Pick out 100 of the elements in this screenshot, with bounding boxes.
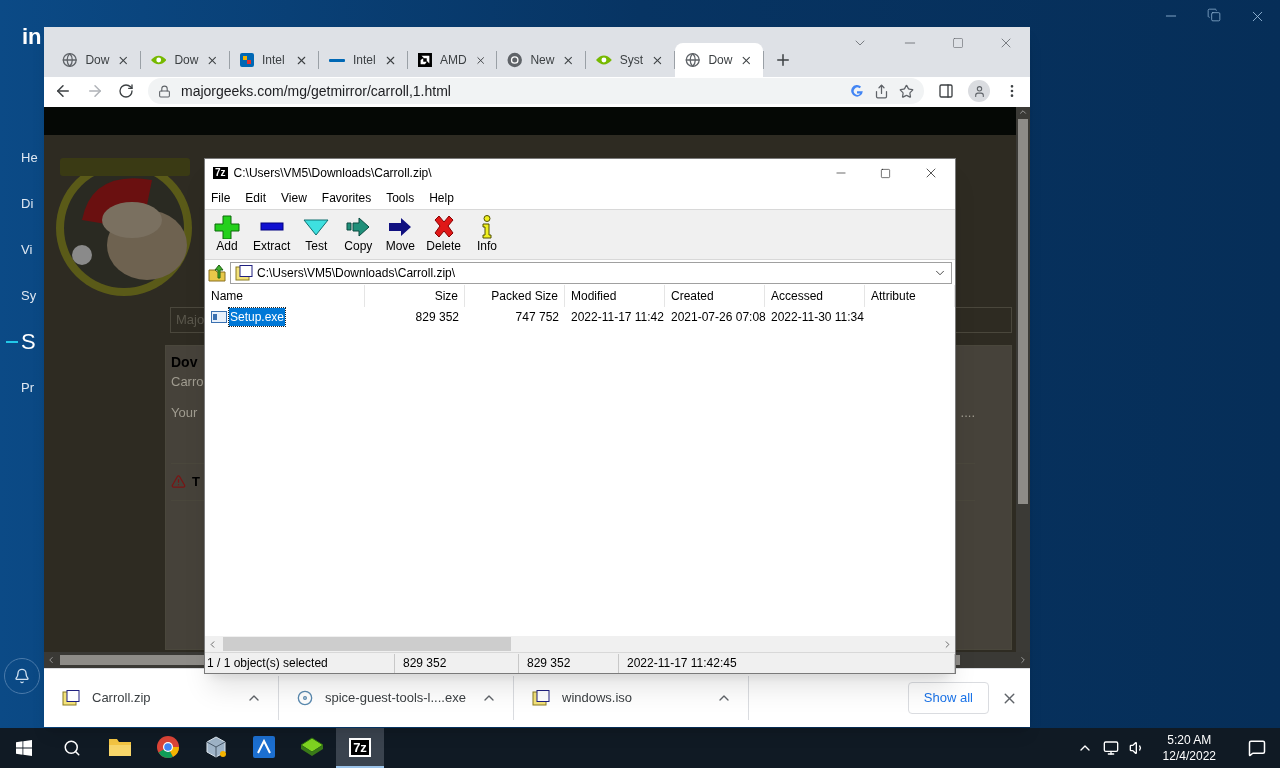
disc-icon <box>297 690 313 706</box>
globe-icon <box>685 52 701 68</box>
download-item[interactable]: spice-guest-tools-l....exe <box>297 688 481 708</box>
eye-logo-icon <box>596 54 612 66</box>
show-all-button[interactable]: Show all <box>907 682 989 714</box>
url-text: majorgeeks.com/mg/getmirror/carroll,1.html <box>181 81 452 101</box>
table-cell-text: 2022-11-30 11:34 <box>771 309 864 326</box>
nav-item[interactable]: Pr <box>21 378 34 398</box>
page-heading: Dov <box>171 354 199 372</box>
column-header[interactable]: Size <box>365 285 465 307</box>
clock[interactable]: 5:20 AM 12/4/2022 <box>1154 732 1224 764</box>
side-panel-icon[interactable] <box>938 83 954 99</box>
toolbar-button[interactable]: Add <box>209 215 245 254</box>
warning-text: T <box>192 472 200 491</box>
arrow-right-icon <box>345 215 372 239</box>
scroll-thumb[interactable] <box>1018 119 1028 504</box>
diamond-icon <box>299 736 325 758</box>
back-icon[interactable] <box>54 82 72 100</box>
cube-icon <box>204 735 228 759</box>
reload-icon[interactable] <box>118 83 134 99</box>
browser-tab[interactable]: Dow <box>52 43 140 77</box>
app-logo: in <box>22 26 42 48</box>
maximize-icon[interactable] <box>880 167 891 179</box>
windows-logo-icon[interactable] <box>16 740 32 756</box>
menu-item[interactable]: File <box>211 189 231 207</box>
nav-item[interactable]: S <box>21 331 36 353</box>
g-logo-icon[interactable] <box>850 84 864 98</box>
address-bar[interactable]: majorgeeks.com/mg/getmirror/carroll,1.html <box>148 78 924 104</box>
search-icon[interactable] <box>63 739 81 757</box>
file-name[interactable]: Setup.exe <box>229 308 286 326</box>
toolbar-button[interactable]: Delete <box>424 215 464 254</box>
browser-tab[interactable]: Intel <box>230 43 318 77</box>
scroll-thumb[interactable] <box>223 637 511 651</box>
column-header[interactable]: Packed Size <box>465 285 565 307</box>
horizontal-scrollbar[interactable] <box>205 636 955 652</box>
menu-item[interactable]: Tools <box>386 189 415 207</box>
scroll-right-icon[interactable] <box>1018 655 1028 665</box>
bell-icon <box>14 668 30 684</box>
column-header[interactable]: Created <box>665 285 765 307</box>
window-title: C:\Users\VM5\Downloads\Carroll.zip\ <box>233 165 433 182</box>
path-combobox[interactable]: C:\Users\VM5\Downloads\Carroll.zip\ <box>230 261 952 284</box>
toolbar-button[interactable]: Info <box>469 215 506 254</box>
browser-tab[interactable]: Syst <box>586 43 674 77</box>
column-header[interactable]: Attribute <box>865 285 955 307</box>
status-text: 829 352 <box>395 653 519 673</box>
status-text: 1 / 1 object(s) selected <box>205 653 395 673</box>
column-header[interactable]: Modified <box>565 285 665 307</box>
menu-item[interactable]: View <box>281 189 307 207</box>
new-tab-icon[interactable] <box>774 51 792 69</box>
bookmark-star-icon[interactable] <box>899 83 914 99</box>
share-icon[interactable] <box>874 83 889 99</box>
browser-tab[interactable]: AMD <box>408 43 496 77</box>
app-logo-icon <box>240 53 254 67</box>
toolbar-button[interactable]: Test <box>298 215 335 254</box>
app-icon <box>253 736 275 758</box>
page-subtitle: Carro <box>171 372 205 391</box>
vertical-scrollbar[interactable] <box>1016 107 1030 652</box>
toolbar-button[interactable]: Extract <box>251 215 293 254</box>
folder-up-icon[interactable] <box>208 263 226 282</box>
restore-icon[interactable] <box>1207 8 1221 22</box>
menu-item[interactable]: Help <box>429 189 454 207</box>
menu-item[interactable]: Edit <box>245 189 267 207</box>
table-cell-text: 747 752 <box>515 309 559 326</box>
plus-icon <box>214 215 240 239</box>
browser-tab[interactable]: New <box>497 43 585 77</box>
nav-item[interactable]: Vi <box>21 240 33 260</box>
browser-tab[interactable]: Intel <box>319 43 407 77</box>
browser-tab[interactable]: Dow <box>141 43 229 77</box>
notifications-icon[interactable] <box>1248 739 1266 757</box>
nav-item[interactable]: Di <box>21 194 34 214</box>
column-header[interactable]: Accessed <box>765 285 865 307</box>
network-icon[interactable] <box>1102 740 1119 756</box>
wordmark-logo-icon <box>329 56 345 64</box>
toolbar-button[interactable]: Move <box>382 215 419 254</box>
nav-item[interactable]: He <box>21 148 38 168</box>
profile-avatar[interactable] <box>968 80 990 102</box>
disc-image-file-icon <box>532 690 550 706</box>
scroll-up-icon[interactable] <box>1018 107 1028 117</box>
page-text: .... <box>960 404 975 422</box>
eye-logo-icon <box>151 54 167 66</box>
scroll-left-icon[interactable] <box>46 655 56 665</box>
nav-item[interactable]: Sy <box>21 286 37 306</box>
table-cell-text: 829 352 <box>415 309 459 326</box>
download-item[interactable]: windows.iso <box>532 688 716 708</box>
warning-icon <box>171 474 186 489</box>
page-text: Your <box>171 404 198 422</box>
menu-item[interactable]: Favorites <box>321 189 372 207</box>
folder-icon <box>108 737 132 757</box>
archive-file-icon <box>62 690 80 706</box>
chrome-logo-icon <box>507 52 523 68</box>
status-text: 829 352 <box>519 653 619 673</box>
person-icon <box>972 84 986 98</box>
app-logo-icon: 7z <box>213 167 228 179</box>
app-logo-icon: 7z <box>349 737 371 757</box>
arrow-logo-icon <box>418 52 432 68</box>
browser-tab[interactable]: Dow <box>675 43 763 77</box>
program-file-icon <box>211 311 227 323</box>
download-item[interactable]: Carroll.zip <box>62 688 246 708</box>
toolbar-button[interactable]: Copy <box>340 215 377 254</box>
taskbar-app[interactable]: 7z <box>336 728 384 768</box>
